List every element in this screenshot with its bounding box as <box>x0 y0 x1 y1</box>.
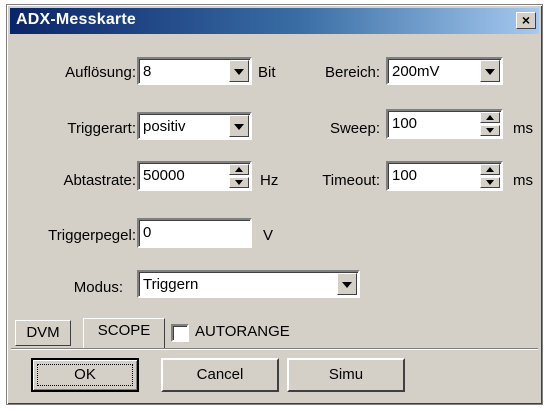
triggerpegel-value: 0 <box>143 224 152 241</box>
simu-button[interactable]: Simu <box>287 358 405 392</box>
triggerpegel-label: Triggerpegel: <box>48 227 136 244</box>
chevron-down-icon <box>485 69 495 75</box>
timeout-value: 100 <box>392 167 418 184</box>
abtastrate-value: 50000 <box>143 167 185 184</box>
triggerart-select[interactable]: positiv <box>137 112 252 140</box>
abtastrate-input[interactable]: 50000 <box>137 161 252 191</box>
dialog-window: ADX-Messkarte × Auflösung: 8 Bit Bereich… <box>6 4 543 405</box>
close-icon: × <box>521 12 531 28</box>
close-button[interactable]: × <box>516 12 536 29</box>
abtastrate-unit: Hz <box>260 172 279 189</box>
title-bar[interactable]: ADX-Messkarte × <box>10 8 539 34</box>
bereich-dropdown-button[interactable] <box>480 60 500 82</box>
modus-select[interactable]: Triggern <box>137 270 360 298</box>
abtastrate-spinner[interactable] <box>229 164 249 188</box>
sweep-spin-up[interactable] <box>480 112 500 123</box>
arrow-up-icon <box>486 167 494 172</box>
sweep-label: Sweep: <box>329 120 380 137</box>
aufloesung-select[interactable]: 8 <box>137 57 252 85</box>
abtastrate-label: Abtastrate: <box>63 172 136 189</box>
sweep-spinner[interactable] <box>480 112 500 136</box>
timeout-label: Timeout: <box>322 172 380 189</box>
modus-label: Modus: <box>73 279 123 296</box>
triggerart-label: Triggerart: <box>67 120 136 137</box>
window-title: ADX-Messkarte <box>16 11 136 28</box>
aufloesung-unit: Bit <box>258 64 276 81</box>
tab-dvm-label: DVM <box>26 324 60 341</box>
modus-dropdown-button[interactable] <box>337 273 357 295</box>
triggerart-dropdown-button[interactable] <box>229 115 249 137</box>
sweep-unit: ms <box>513 120 533 137</box>
bereich-value: 200mV <box>392 63 440 80</box>
autorange-label[interactable]: AUTORANGE <box>195 323 290 340</box>
triggerpegel-unit: V <box>263 227 274 244</box>
sweep-spin-down[interactable] <box>480 125 500 136</box>
focus-rect <box>37 364 133 386</box>
abtastrate-spin-down[interactable] <box>229 177 249 188</box>
chevron-down-icon <box>342 282 352 288</box>
aufloesung-value: 8 <box>143 63 152 80</box>
timeout-unit: ms <box>513 172 533 189</box>
modus-value: Triggern <box>143 276 199 293</box>
timeout-spin-up[interactable] <box>480 164 500 175</box>
triggerart-value: positiv <box>143 118 186 135</box>
sweep-input[interactable]: 100 <box>386 109 503 139</box>
autorange-checkbox[interactable] <box>171 324 189 342</box>
bereich-label: Bereich: <box>324 64 380 81</box>
bereich-select[interactable]: 200mV <box>386 57 503 85</box>
tab-strip: DVM SCOPE AUTORANGE <box>11 318 538 348</box>
tab-scope-label: SCOPE <box>97 322 151 339</box>
timeout-spinner[interactable] <box>480 164 500 188</box>
aufloesung-label: Auflösung: <box>65 64 136 81</box>
triggerpegel-input[interactable]: 0 <box>137 218 252 248</box>
timeout-spin-down[interactable] <box>480 177 500 188</box>
tab-scope[interactable]: SCOPE <box>83 318 165 348</box>
arrow-down-icon <box>235 180 243 185</box>
simu-button-label: Simu <box>328 366 364 383</box>
cancel-button[interactable]: Cancel <box>161 358 279 392</box>
chevron-down-icon <box>234 124 244 130</box>
arrow-up-icon <box>235 167 243 172</box>
tab-dvm[interactable]: DVM <box>15 320 71 346</box>
aufloesung-dropdown-button[interactable] <box>229 60 249 82</box>
ok-button[interactable]: OK <box>31 358 139 392</box>
chevron-down-icon <box>234 69 244 75</box>
cancel-button-label: Cancel <box>196 366 244 383</box>
sweep-value: 100 <box>392 115 418 132</box>
abtastrate-spin-up[interactable] <box>229 164 249 175</box>
button-panel: OK Cancel Simu <box>11 348 538 401</box>
arrow-down-icon <box>486 180 494 185</box>
arrow-up-icon <box>486 115 494 120</box>
arrow-down-icon <box>486 128 494 133</box>
timeout-input[interactable]: 100 <box>386 161 503 191</box>
